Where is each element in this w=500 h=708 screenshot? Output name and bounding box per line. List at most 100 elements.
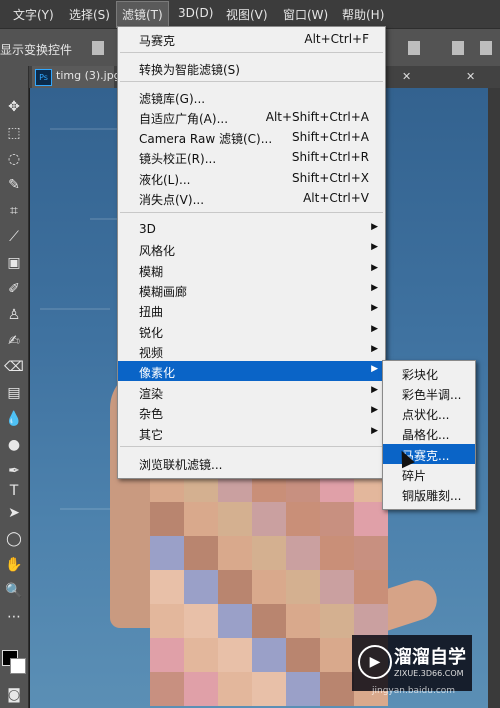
- quick-select-tool-icon[interactable]: ✎: [4, 176, 24, 194]
- menu-item-liquify[interactable]: 液化(L)... Shift+Ctrl+X: [118, 168, 385, 188]
- submenu-item-mezzotint[interactable]: 铜版雕刻...: [383, 484, 475, 504]
- mosaic-tile: [150, 672, 184, 706]
- menu-type[interactable]: 文字(Y): [13, 6, 54, 23]
- menu-view[interactable]: 视图(V): [226, 6, 268, 23]
- menu-item-lens-correction[interactable]: 镜头校正(R)... Shift+Ctrl+R: [118, 147, 385, 167]
- lasso-tool-icon[interactable]: ◌: [4, 150, 24, 168]
- show-transform-controls-label[interactable]: 显示变换控件: [0, 41, 72, 58]
- marquee-tool-icon[interactable]: ⬚: [4, 124, 24, 142]
- submenu-arrow-icon: ▶: [371, 364, 378, 374]
- submenu-item-pointillize[interactable]: 点状化...: [383, 403, 475, 423]
- tools-panel: ✥ ⬚ ◌ ✎ ⌗ ⟋ ▣ ✐ ♙ ✍ ⌫ ▤ 💧 ● ✒ T ➤ ◯ ✋ 🔍 …: [0, 66, 29, 708]
- background-color-swatch[interactable]: [10, 658, 26, 674]
- menu-item-pixelate[interactable]: 像素化 ▶: [118, 361, 385, 381]
- mosaic-tile: [218, 502, 252, 536]
- mosaic-tile: [286, 570, 320, 604]
- eraser-tool-icon[interactable]: ⌫: [4, 358, 24, 376]
- align-icon[interactable]: [92, 41, 104, 55]
- stamp-tool-icon[interactable]: ♙: [4, 306, 24, 324]
- submenu-item-label: 点状化...: [402, 408, 450, 422]
- mosaic-tile: [218, 536, 252, 570]
- quick-mask-icon[interactable]: ◙: [4, 686, 24, 704]
- close-icon-2[interactable]: ✕: [466, 70, 475, 83]
- eyedropper-tool-icon[interactable]: ⟋: [4, 228, 24, 246]
- menu-bar: 文字(Y) 选择(S) 滤镜(T) 3D(D) 视图(V) 窗口(W) 帮助(H…: [0, 0, 500, 28]
- more-tools-icon[interactable]: ⋯: [4, 608, 24, 626]
- watermark: ▶ 溜溜自学 ZIXUE.3D66.COM: [352, 635, 472, 691]
- menu-item-blur-gallery[interactable]: 模糊画廊 ▶: [118, 280, 385, 300]
- distribute-icon[interactable]: [408, 41, 420, 55]
- mosaic-tile: [286, 502, 320, 536]
- move-tool-icon[interactable]: ✥: [4, 98, 24, 116]
- menu-item-label: 液化(L)...: [139, 173, 191, 187]
- menu-3d[interactable]: 3D(D): [178, 6, 213, 20]
- submenu-item-fragment[interactable]: 碎片: [383, 464, 475, 484]
- menu-item-label: 风格化: [139, 244, 176, 258]
- submenu-item-label: 彩色半调...: [402, 388, 462, 402]
- menu-item-camera-raw[interactable]: Camera Raw 滤镜(C)... Shift+Ctrl+A: [118, 127, 385, 147]
- menu-item-browse-online-filters[interactable]: 浏览联机滤镜...: [118, 453, 385, 473]
- menu-item-video[interactable]: 视频 ▶: [118, 341, 385, 361]
- menu-item-render[interactable]: 渲染 ▶: [118, 382, 385, 402]
- menu-item-stylize[interactable]: 风格化 ▶: [118, 239, 385, 259]
- submenu-item-color-halftone-block[interactable]: 彩块化: [383, 363, 475, 383]
- submenu-arrow-icon: ▶: [371, 426, 378, 436]
- type-tool-icon[interactable]: T: [4, 482, 24, 500]
- close-icon[interactable]: ✕: [402, 70, 411, 83]
- submenu-arrow-icon: ▶: [371, 222, 378, 232]
- menu-item-label: 消失点(V)...: [139, 193, 205, 207]
- menu-item-label: 镜头校正(R)...: [139, 152, 217, 166]
- menu-item-distort[interactable]: 扭曲 ▶: [118, 300, 385, 320]
- menu-item-last-filter[interactable]: 马赛克 Alt+Ctrl+F: [118, 29, 385, 49]
- mosaic-tile: [218, 570, 252, 604]
- panel-collapse-strip[interactable]: [488, 88, 500, 708]
- menu-item-filter-gallery[interactable]: 滤镜库(G)...: [118, 87, 385, 107]
- submenu-item-color-halftone[interactable]: 彩色半调...: [383, 383, 475, 403]
- submenu-item-label: 铜版雕刻...: [402, 489, 462, 503]
- menu-window[interactable]: 窗口(W): [283, 6, 328, 23]
- watermark-title: 溜溜自学: [394, 647, 466, 668]
- menu-item-3d[interactable]: 3D ▶: [118, 219, 385, 239]
- distribute-icon-2[interactable]: [452, 41, 464, 55]
- mosaic-tile: [150, 502, 184, 536]
- dodge-tool-icon[interactable]: ●: [4, 436, 24, 454]
- history-brush-tool-icon[interactable]: ✍: [4, 332, 24, 350]
- blur-tool-icon[interactable]: 💧: [4, 410, 24, 428]
- mosaic-tile: [252, 604, 286, 638]
- crop-tool-icon[interactable]: ⌗: [4, 202, 24, 220]
- menu-item-adaptive-wide-angle[interactable]: 自适应广角(A)... Alt+Shift+Ctrl+A: [118, 107, 385, 127]
- menu-item-label: 滤镜库(G)...: [139, 92, 206, 106]
- menu-item-label: 3D: [139, 222, 156, 236]
- submenu-item-label: 彩块化: [402, 368, 439, 382]
- watermark-url: jingyan.baidu.com: [372, 686, 456, 696]
- brush-tool-icon[interactable]: ✐: [4, 280, 24, 298]
- menu-item-label: 锐化: [139, 326, 164, 340]
- mosaic-tile: [184, 502, 218, 536]
- shape-tool-icon[interactable]: ◯: [4, 530, 24, 548]
- menu-item-convert-smart-filter[interactable]: 转换为智能滤镜(S): [118, 58, 385, 78]
- zoom-tool-icon[interactable]: 🔍: [4, 582, 24, 600]
- document-tab-label: timg (3).jpg: [56, 69, 121, 82]
- menu-item-sharpen[interactable]: 锐化 ▶: [118, 321, 385, 341]
- distribute-icon-3[interactable]: [480, 41, 492, 55]
- menu-help[interactable]: 帮助(H): [342, 6, 384, 23]
- healing-tool-icon[interactable]: ▣: [4, 254, 24, 272]
- hand-tool-icon[interactable]: ✋: [4, 556, 24, 574]
- path-select-tool-icon[interactable]: ➤: [4, 504, 24, 522]
- mosaic-tile: [252, 672, 286, 706]
- menu-item-other[interactable]: 其它 ▶: [118, 423, 385, 443]
- submenu-arrow-icon: ▶: [371, 344, 378, 354]
- mosaic-tile: [252, 638, 286, 672]
- mosaic-tile: [184, 604, 218, 638]
- menu-item-vanishing-point[interactable]: 消失点(V)... Alt+Ctrl+V: [118, 188, 385, 208]
- mosaic-tile: [252, 536, 286, 570]
- document-tab[interactable]: Ps timg (3).jpg: [32, 66, 121, 88]
- menu-item-blur[interactable]: 模糊 ▶: [118, 260, 385, 280]
- gradient-tool-icon[interactable]: ▤: [4, 384, 24, 402]
- pen-tool-icon[interactable]: ✒: [4, 462, 24, 480]
- menu-select[interactable]: 选择(S): [69, 6, 110, 23]
- menu-item-noise[interactable]: 杂色 ▶: [118, 402, 385, 422]
- submenu-item-crystallize[interactable]: 晶格化...: [383, 423, 475, 443]
- menu-item-label: 渲染: [139, 387, 164, 401]
- menu-filter[interactable]: 滤镜(T): [116, 1, 169, 28]
